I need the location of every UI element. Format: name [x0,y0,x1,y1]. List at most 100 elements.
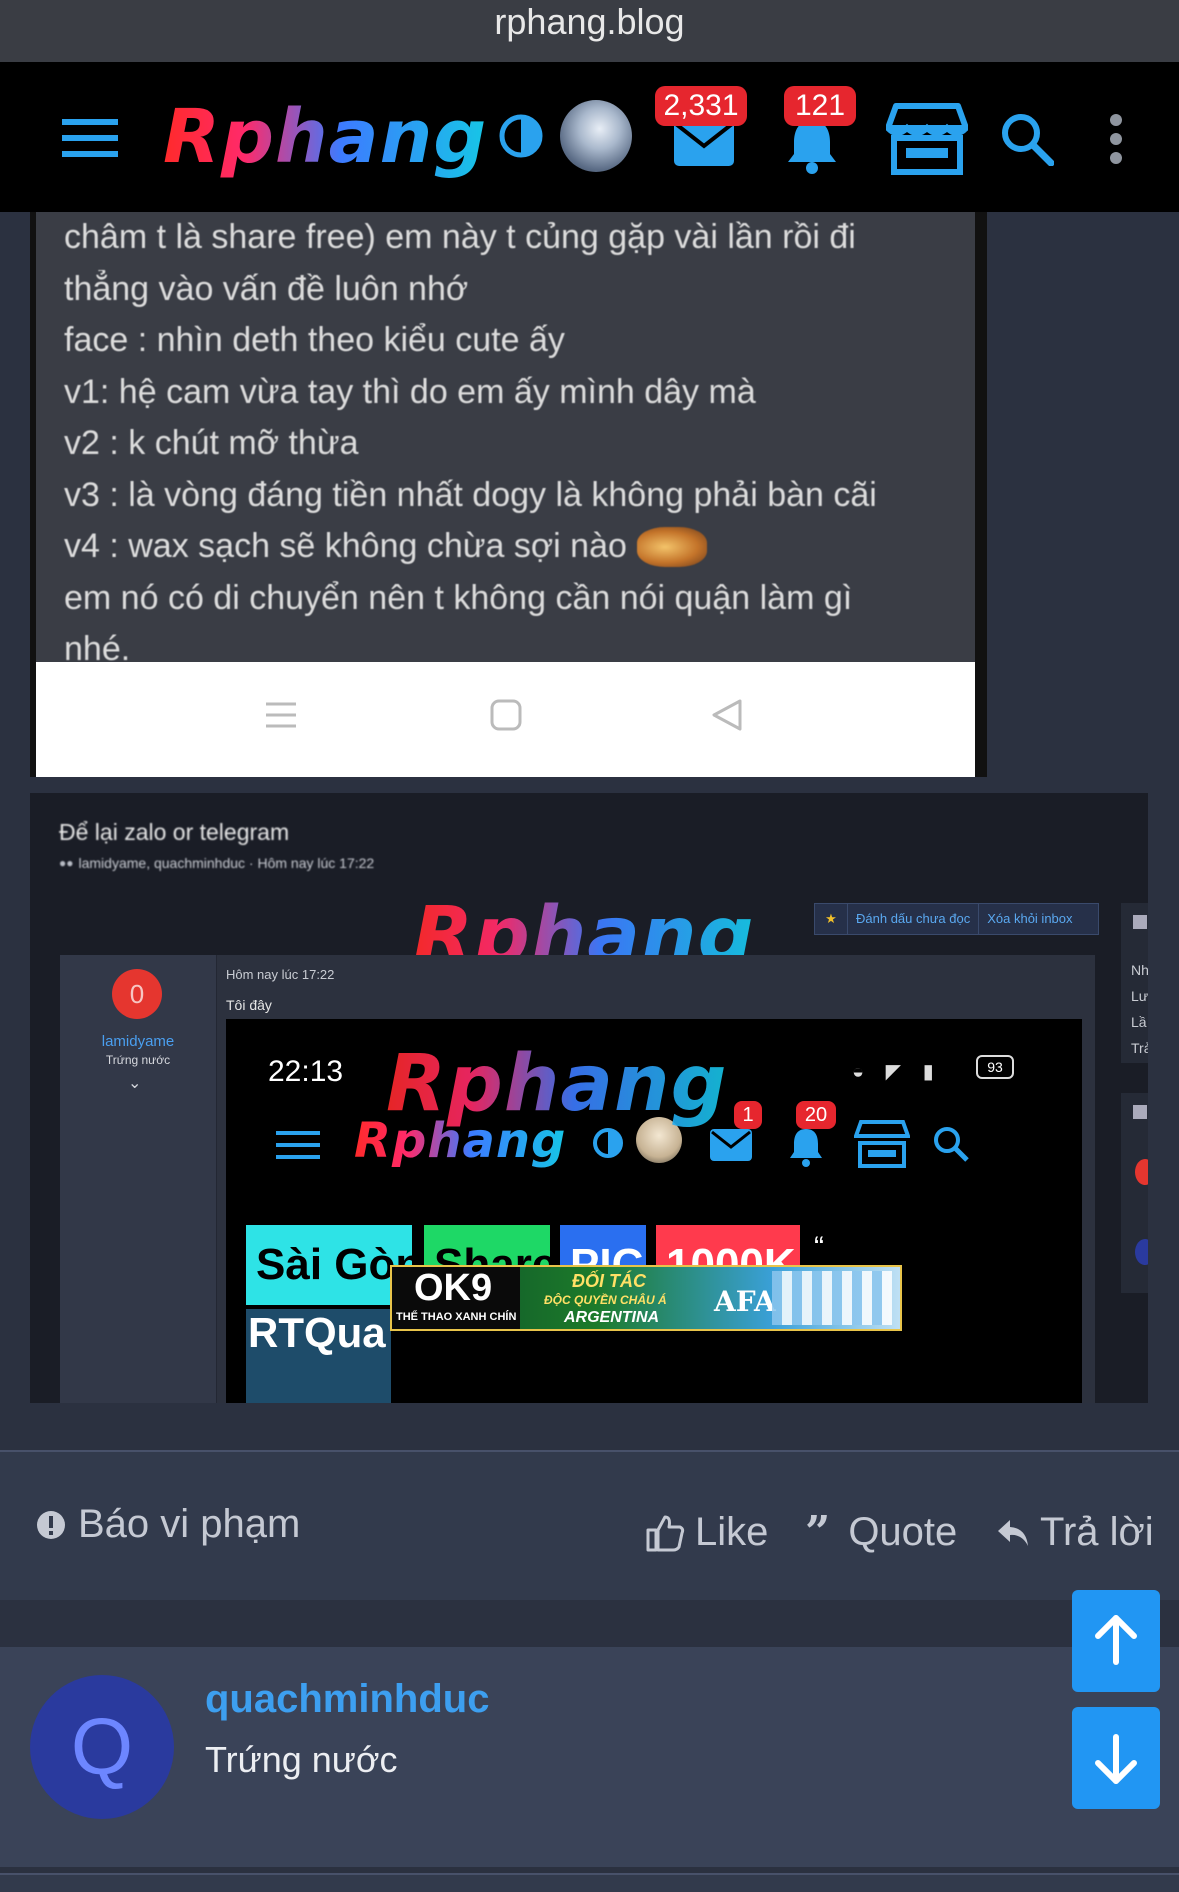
phone-clock: 22:13 [268,1055,344,1088]
recent-apps-icon [264,698,298,732]
more-vertical-icon[interactable] [1106,114,1126,164]
inbox-count-badge: 2,331 [655,86,747,126]
message-user-panel: 0 lamidyame Trứng nước ⌄ [60,955,217,1403]
chat-line: thẳng vào vấn đề luôn nhớ [64,269,469,308]
scroll-down-button[interactable] [1072,1707,1160,1809]
message-time: Hôm nay lúc 17:22 [226,967,335,982]
theme-toggle-icon [593,1128,623,1158]
envelope-icon [710,1129,752,1161]
ad-sub: ĐỘC QUYỀN CHÂU Á [544,1293,667,1307]
user-title: Trứng nước [205,1739,398,1780]
chat-line: v4 : wax sạch sẽ không chừa sợi nào [64,521,877,573]
tag-saigon: Sài Gòn [246,1225,412,1305]
chat-line: v2 : k chút mỡ thừa [64,424,359,462]
conversation-actions: ★ Đánh dấu chưa đọc Xóa khỏi inbox [814,903,1099,935]
chat-line: v1: hệ cam vừa tay thì do em ấy mình dây… [64,372,756,411]
users-icon: ●● [59,856,74,870]
message-text: Tôi đây [226,997,272,1013]
chat-line: em nó có di chuyển nên t không cần nói q… [64,578,853,617]
chevron-down-icon[interactable]: ⌄ [128,1073,141,1093]
username[interactable]: quachminhduc [205,1677,489,1722]
chat-line: châm t là share free) em này t củng gặp … [64,218,856,256]
post-actions-bar: Báo vi phạm Like ” Quote Trả lời [0,1450,1179,1600]
side-text: Lầ [1131,1014,1147,1030]
like-label: Like [695,1510,769,1554]
thumbs-up-icon [646,1515,685,1551]
avatar [1135,1159,1148,1185]
user-title: Trứng nước [105,1053,171,1067]
arrow-up-icon [1095,1615,1137,1665]
message-container: 0 lamidyame Trứng nước ⌄ Hôm nay lúc 17:… [60,955,1095,1403]
note-icon [1133,915,1147,929]
avatar[interactable] [560,100,632,172]
side-text: Nh [1131,962,1148,978]
ad-logo: AFA [714,1285,776,1318]
watermark-logo: Rphang [386,1039,728,1129]
bell-icon[interactable] [786,118,838,174]
site-logo[interactable]: Rphang [163,94,487,180]
bottom-text: RTQua [248,1309,386,1356]
ad-image [772,1271,892,1325]
avatar[interactable]: Q [30,1675,174,1819]
quote-label: Quote [848,1510,958,1554]
alerts-count-badge: 121 [784,86,856,126]
store-icon[interactable] [885,102,969,176]
browser-url-bar[interactable]: rphang.blog [0,0,1179,62]
search-icon [934,1127,969,1162]
bell-icon [790,1129,822,1167]
side-text: Trả [1131,1040,1148,1056]
avatar [1135,1239,1148,1265]
conversation-title: Để lại zalo or telegram [59,819,290,845]
site-header: Rphang 2,331 121 [0,62,1179,212]
reply-button[interactable]: Trả lời [996,1510,1154,1555]
battery-icon: 93 [976,1055,1014,1079]
url-text: rphang.blog [494,1,685,42]
chat-line: face : nhìn deth theo kiểu cute ấy [64,321,565,359]
alert-icon [37,1510,65,1539]
reply-icon [998,1519,1028,1546]
home-icon [489,698,523,732]
chat-line-text: v4 : wax sạch sẽ không chừa sợi nào [64,527,627,565]
quote-button[interactable]: ” Quote [805,1510,957,1555]
alerts-count-badge: 20 [796,1101,836,1129]
android-navigation-bar [36,662,975,777]
theme-toggle-icon[interactable] [499,114,543,158]
phone-status-icons: ◒ ◤ ▮ [852,1061,942,1083]
quote-icon: “ [814,1231,824,1264]
mark-unread-button[interactable]: Đánh dấu chưa đọc [848,904,980,934]
ad-partner: ĐỐI TÁC [572,1271,646,1291]
conversation-meta: ●● lamidyame, quachminhduc · Hôm nay lúc… [59,855,374,871]
remove-inbox-button[interactable]: Xóa khỏi inbox [979,904,1080,934]
side-panel-text: Nh Lư Lầ Trả [1131,957,1148,1061]
reply-label: Trả lời [1040,1510,1154,1554]
inbox-count-badge: 1 [734,1101,762,1129]
side-text: Lư [1131,988,1148,1004]
menu-icon [276,1131,320,1159]
star-icon[interactable]: ★ [815,904,848,934]
like-button[interactable]: Like [645,1510,768,1555]
ad-brand-sub: THỂ THAO XANH CHÍN [396,1311,517,1323]
back-icon [710,698,744,732]
note-icon [1133,1105,1147,1119]
embedded-screenshot[interactable]: 22:13 ◒ ◤ ▮ 93 Rphang 1 20 Rphang Sài Gò… [226,1019,1082,1403]
ad-country: ARGENTINA [564,1309,660,1326]
chat-text-block: châm t là share free) em này t củng gặp … [64,212,877,676]
side-panel-2 [1121,1093,1148,1293]
quote-icon: ” [805,1506,831,1558]
report-link[interactable]: Báo vi phạm [36,1502,300,1547]
ad-brand-box: OK9 THỂ THAO XANH CHÍN [392,1267,520,1329]
emoji-icon [636,526,707,567]
search-icon[interactable] [1000,112,1055,167]
side-panel: Nh Lư Lầ Trả [1121,903,1148,1063]
next-post: Q quachminhduc Trứng nước [0,1647,1179,1867]
report-label: Báo vi phạm [78,1502,301,1546]
divider [0,1873,1179,1892]
username[interactable]: lamidyame [60,1033,216,1050]
ad-brand: OK9 [414,1267,493,1309]
scroll-up-button[interactable] [1072,1590,1160,1692]
envelope-icon[interactable] [674,120,734,166]
avatar[interactable]: 0 [112,969,162,1019]
post-image-conversation[interactable]: Để lại zalo or telegram ●● lamidyame, qu… [30,793,1148,1403]
ad-banner[interactable]: OK9 THỂ THAO XANH CHÍN ĐỐI TÁC ĐỘC QUYỀN… [390,1265,902,1331]
menu-icon[interactable] [62,116,118,160]
